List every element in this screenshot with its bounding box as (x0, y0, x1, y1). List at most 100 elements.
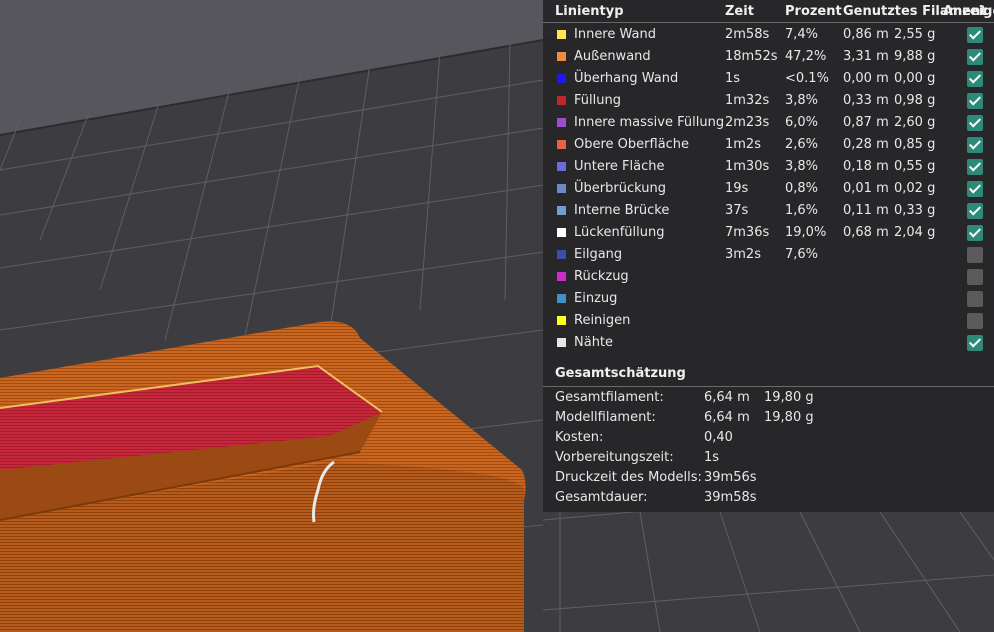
percent-value: 3,8% (785, 93, 819, 108)
color-swatch (557, 272, 566, 281)
summary-value: 39m56s (704, 470, 757, 485)
summary-value-secondary: 19,80 g (764, 390, 814, 405)
filament-weight-value: 0,33 g (894, 203, 936, 218)
percent-value: 1,6% (785, 203, 819, 218)
percent-value: 19,0% (785, 225, 827, 240)
legend-row: Außenwand 18m52s 47,2% 3,31 m 9,88 g (543, 46, 994, 68)
display-checkbox[interactable] (967, 137, 983, 153)
display-checkbox[interactable] (967, 93, 983, 109)
color-swatch (557, 140, 566, 149)
display-checkbox[interactable] (967, 247, 983, 263)
line-type-label: Eilgang (574, 247, 623, 262)
filament-length-value: 0,18 m (843, 159, 889, 174)
percent-value: <0.1% (785, 71, 829, 86)
filament-weight-value: 9,88 g (894, 49, 936, 64)
display-checkbox[interactable] (967, 269, 983, 285)
summary-label: Gesamtfilament: (555, 390, 664, 405)
display-checkbox[interactable] (967, 71, 983, 87)
summary-row: Druckzeit des Modells: 39m56s (555, 470, 985, 490)
summary-row: Kosten: 0,40 (555, 430, 985, 450)
filament-length-value: 3,31 m (843, 49, 889, 64)
column-header-percent: Prozent (785, 4, 842, 19)
summary-value: 6,64 m (704, 410, 750, 425)
percent-value: 2,6% (785, 137, 819, 152)
time-value: 1m2s (725, 137, 761, 152)
line-type-label: Nähte (574, 335, 614, 350)
summary-label: Gesamtdauer: (555, 490, 648, 505)
time-value: 18m52s (725, 49, 778, 64)
display-checkbox[interactable] (967, 159, 983, 175)
line-type-label: Überhang Wand (574, 71, 679, 86)
legend-row: Überbrückung 19s 0,8% 0,01 m 0,02 g (543, 178, 994, 200)
summary-label: Vorbereitungszeit: (555, 450, 674, 465)
color-swatch (557, 294, 566, 303)
legend-row: Obere Oberfläche 1m2s 2,6% 0,28 m 0,85 g (543, 134, 994, 156)
color-swatch (557, 250, 566, 259)
display-checkbox[interactable] (967, 181, 983, 197)
filament-weight-value: 2,60 g (894, 115, 936, 130)
color-swatch (557, 184, 566, 193)
legend-row: Eilgang 3m2s 7,6% (543, 244, 994, 266)
filament-weight-value: 0,00 g (894, 71, 936, 86)
legend-panel: Linientyp Zeit Prozent Genutztes Filamen… (543, 0, 994, 512)
display-checkbox[interactable] (967, 291, 983, 307)
display-checkbox[interactable] (967, 203, 983, 219)
summary-value-secondary: 19,80 g (764, 410, 814, 425)
color-swatch (557, 74, 566, 83)
column-header-type: Linientyp (555, 4, 624, 19)
percent-value: 47,2% (785, 49, 827, 64)
filament-length-value: 0,11 m (843, 203, 889, 218)
time-value: 7m36s (725, 225, 770, 240)
summary-title: Gesamtschätzung (555, 366, 686, 381)
filament-length-value: 0,01 m (843, 181, 889, 196)
summary-label: Modellfilament: (555, 410, 656, 425)
time-value: 1s (725, 71, 741, 86)
display-checkbox[interactable] (967, 49, 983, 65)
color-swatch (557, 228, 566, 237)
summary-value: 39m58s (704, 490, 757, 505)
column-header-time: Zeit (725, 4, 754, 19)
filament-length-value: 0,00 m (843, 71, 889, 86)
color-swatch (557, 96, 566, 105)
time-value: 1m30s (725, 159, 770, 174)
color-swatch (557, 206, 566, 215)
line-type-label: Rückzug (574, 269, 629, 284)
summary-row: Vorbereitungszeit: 1s (555, 450, 985, 470)
summary-row: Gesamtfilament: 6,64 m 19,80 g (555, 390, 985, 410)
color-swatch (557, 338, 566, 347)
display-checkbox[interactable] (967, 115, 983, 131)
line-type-label: Einzug (574, 291, 618, 306)
legend-row: Reinigen (543, 310, 994, 332)
legend-row: Innere massive Füllung 2m23s 6,0% 0,87 m 2,6… (543, 112, 994, 134)
summary-divider (543, 386, 994, 387)
filament-length-value: 0,87 m (843, 115, 889, 130)
legend-row: Überhang Wand 1s <0.1% 0,00 m 0,00 g (543, 68, 994, 90)
percent-value: 0,8% (785, 181, 819, 196)
column-header-display: Anzeige (943, 4, 994, 19)
display-checkbox[interactable] (967, 27, 983, 43)
filament-weight-value: 0,85 g (894, 137, 936, 152)
legend-row: Interne Brücke 37s 1,6% 0,11 m 0,33 g (543, 200, 994, 222)
filament-weight-value: 2,55 g (894, 27, 936, 42)
summary-label: Druckzeit des Modells: (555, 470, 702, 485)
legend-row: Untere Fläche 1m30s 3,8% 0,18 m 0,55 g (543, 156, 994, 178)
filament-length-value: 0,68 m (843, 225, 889, 240)
percent-value: 7,6% (785, 247, 819, 262)
legend-row: Einzug (543, 288, 994, 310)
display-checkbox[interactable] (967, 313, 983, 329)
time-value: 19s (725, 181, 749, 196)
color-swatch (557, 30, 566, 39)
summary-label: Kosten: (555, 430, 604, 445)
color-swatch (557, 162, 566, 171)
percent-value: 7,4% (785, 27, 819, 42)
legend-row: Nähte (543, 332, 994, 354)
line-type-label: Obere Oberfläche (574, 137, 690, 152)
filament-weight-value: 0,98 g (894, 93, 936, 108)
display-checkbox[interactable] (967, 225, 983, 241)
percent-value: 6,0% (785, 115, 819, 130)
time-value: 2m23s (725, 115, 770, 130)
display-checkbox[interactable] (967, 335, 983, 351)
line-type-label: Interne Brücke (574, 203, 670, 218)
legend-row: Innere Wand 2m58s 7,4% 0,86 m 2,55 g (543, 24, 994, 46)
legend-row: Rückzug (543, 266, 994, 288)
